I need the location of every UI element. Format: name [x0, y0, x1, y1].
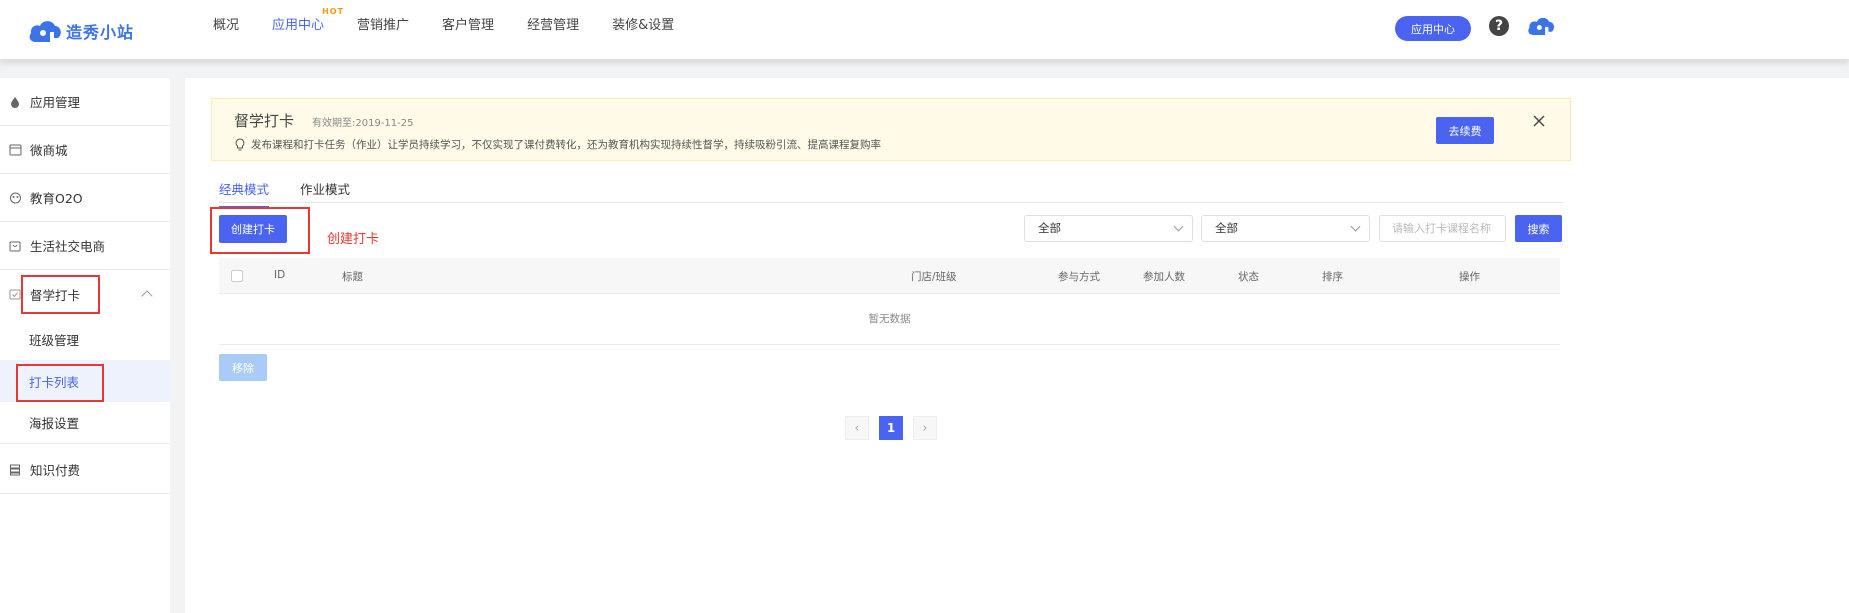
select-all-checkbox[interactable]	[231, 270, 243, 282]
logo-cloud-icon	[29, 21, 61, 42]
renew-button[interactable]: 去续费	[1436, 117, 1494, 144]
highlight-box-create	[210, 207, 310, 254]
sidebar-subitem-poster-settings[interactable]: 海报设置	[0, 402, 170, 444]
notice-expire-date: 有效期至:2019-11-25	[312, 118, 414, 129]
filter-select-value: 全部	[1215, 221, 1238, 235]
nav-label: 装修&设置	[612, 18, 675, 33]
sidebar-subitem-label: 海报设置	[29, 416, 80, 431]
column-header-title: 标题	[342, 271, 363, 283]
sidebar-item-knowledge-paid[interactable]: 知识付费	[0, 446, 170, 494]
highlight-box-checkin-list	[16, 364, 104, 402]
column-header-participation: 参与方式	[1058, 271, 1100, 283]
nav-label: 营销推广	[357, 18, 410, 33]
sidebar-item-label: 知识付费	[30, 463, 81, 478]
nav-label: 概况	[213, 18, 240, 33]
sidebar-item-micro-mall[interactable]: 微商城	[0, 126, 170, 174]
stack-icon	[8, 463, 22, 477]
column-header-store-class: 门店/班级	[911, 271, 957, 283]
education-icon	[8, 191, 22, 205]
logo-text: 造秀小站	[66, 23, 135, 42]
sidebar-item-label: 教育O2O	[30, 191, 83, 206]
chevron-up-icon	[141, 290, 153, 302]
highlight-box-checkin	[21, 275, 100, 314]
lightbulb-icon	[235, 138, 245, 151]
notice-banner: 督学打卡 有效期至:2019-11-25 发布课程和打卡任务（作业）让学员持续学…	[211, 98, 1571, 161]
search-input[interactable]	[1379, 215, 1506, 242]
sidebar-item-label: 应用管理	[30, 95, 81, 110]
drop-icon	[8, 95, 22, 109]
filter-select-1[interactable]: 全部	[1024, 215, 1193, 242]
close-icon[interactable]	[1532, 114, 1546, 128]
tab-classic-mode[interactable]: 经典模式	[219, 179, 270, 208]
chevron-down-icon	[1173, 221, 1184, 232]
sidebar-item-app-management[interactable]: 应用管理	[0, 78, 170, 126]
top-header: 造秀小站 概况 应用中心 HOT 营销推广 客户管理 经营管理 装修&设置 应用中…	[0, 0, 1849, 60]
help-icon[interactable]: ?	[1489, 16, 1509, 36]
nav-label: 客户管理	[442, 18, 495, 33]
chevron-down-icon	[1350, 221, 1361, 232]
nav-customers[interactable]: 客户管理	[442, 0, 494, 60]
pagination-page-1[interactable]: 1	[879, 416, 903, 440]
sidebar-subitem-class-management[interactable]: 班级管理	[0, 318, 170, 360]
nav-operations[interactable]: 经营管理	[527, 0, 579, 60]
column-header-id: ID	[274, 269, 286, 281]
checkin-icon	[8, 287, 22, 301]
shop-icon	[8, 143, 22, 157]
create-checkin-annotation: 创建打卡	[327, 232, 380, 247]
sidebar-item-social-ecommerce[interactable]: 生活社交电商	[0, 222, 170, 270]
bag-icon	[8, 239, 22, 253]
logo[interactable]: 造秀小站	[28, 16, 134, 46]
remove-button[interactable]: 移除	[219, 354, 267, 381]
notice-description: 发布课程和打卡任务（作业）让学员持续学习，不仅实现了课付费转化，还为教育机构实现…	[234, 137, 881, 152]
nav-label: 应用中心	[272, 18, 325, 33]
pagination-next-button[interactable]: ›	[913, 416, 937, 440]
sidebar-item-label: 微商城	[30, 143, 68, 158]
sidebar-subitem-label: 班级管理	[29, 332, 80, 348]
sidebar-item-education-o2o[interactable]: 教育O2O	[0, 174, 170, 222]
pagination-prev-button[interactable]: ‹	[845, 416, 869, 440]
table-empty-state: 暂无数据	[219, 295, 1560, 345]
notice-description-text: 发布课程和打卡任务（作业）让学员持续学习，不仅实现了课付费转化，还为教育机构实现…	[251, 139, 881, 151]
main-nav: 概况 应用中心 HOT 营销推广 客户管理 经营管理 装修&设置	[213, 0, 707, 60]
user-avatar-icon[interactable]	[1527, 15, 1555, 37]
column-header-sort: 排序	[1322, 271, 1343, 283]
nav-decoration-settings[interactable]: 装修&设置	[612, 0, 674, 60]
nav-app-center[interactable]: 应用中心 HOT	[272, 0, 343, 60]
tab-homework-mode[interactable]: 作业模式	[300, 179, 350, 206]
nav-label: 经营管理	[527, 18, 580, 33]
filter-select-2[interactable]: 全部	[1201, 215, 1370, 242]
nav-marketing[interactable]: 营销推广	[357, 0, 409, 60]
table-header: ID 标题 门店/班级 参与方式 参加人数 状态 排序 操作	[219, 258, 1560, 294]
column-header-status: 状态	[1238, 271, 1259, 283]
sidebar-item-label: 生活社交电商	[30, 239, 106, 254]
notice-title: 督学打卡	[234, 112, 295, 130]
main-content: 督学打卡 有效期至:2019-11-25 发布课程和打卡任务（作业）让学员持续学…	[185, 78, 1849, 613]
mode-tabs: 经典模式 作业模式	[219, 174, 1564, 208]
sidebar: 应用管理 微商城 教育O2O 生活社交电商 督学打卡 班级管理 打卡列表 海报设…	[0, 78, 170, 613]
app-center-button[interactable]: 应用中心	[1395, 16, 1471, 41]
hot-badge: HOT	[322, 7, 345, 16]
search-button[interactable]: 搜索	[1515, 215, 1562, 242]
column-header-participants: 参加人数	[1143, 271, 1185, 283]
column-header-actions: 操作	[1459, 271, 1480, 283]
filter-select-value: 全部	[1038, 221, 1061, 235]
nav-overview[interactable]: 概况	[213, 0, 239, 60]
